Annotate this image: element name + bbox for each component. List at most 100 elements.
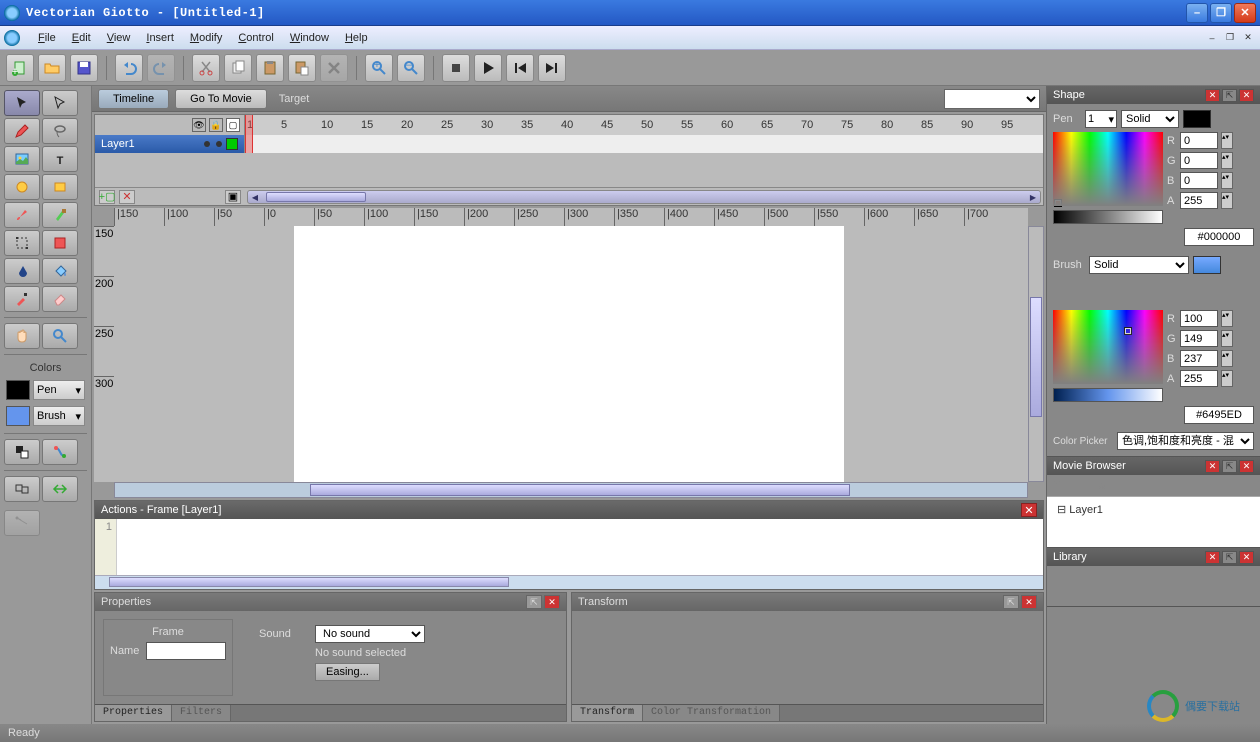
movie-layers-icon[interactable]: ▦	[1097, 478, 1113, 494]
clip-tool[interactable]	[42, 230, 78, 256]
color-picker-mode-select[interactable]: 色调,饱和度和亮度 - 混	[1117, 432, 1254, 450]
pen-a-input[interactable]: 255	[1180, 192, 1218, 209]
align-button[interactable]	[42, 476, 78, 502]
swap-colors-button[interactable]	[4, 439, 40, 465]
layer-color-swatch[interactable]	[226, 138, 238, 150]
text-tool[interactable]: T	[42, 146, 78, 172]
menu-insert[interactable]: Insert	[138, 28, 182, 48]
snap-button[interactable]	[4, 476, 40, 502]
timeline-ruler[interactable]: 15101520253035404550556065707580859095	[245, 115, 1043, 135]
brush-hex-input[interactable]: #6495ED	[1184, 406, 1254, 424]
transform-close-button[interactable]: ✕	[1021, 595, 1037, 609]
brush-color-swatch[interactable]	[6, 406, 30, 426]
pen-width-input[interactable]: 1▾	[1085, 110, 1117, 128]
transform-tool[interactable]	[4, 230, 40, 256]
movie-pin-button[interactable]: ⇱	[1222, 460, 1237, 473]
mdi-minimize-button[interactable]: –	[1204, 31, 1220, 45]
menu-modify[interactable]: Modify	[182, 28, 230, 48]
hand-tool[interactable]	[4, 323, 40, 349]
ellipse-tool[interactable]	[4, 174, 40, 200]
zoom-out-button[interactable]: –	[397, 54, 425, 82]
next-frame-button[interactable]	[538, 54, 566, 82]
minimize-button[interactable]: –	[1186, 3, 1208, 23]
paint-tool[interactable]	[42, 202, 78, 228]
rectangle-tool[interactable]	[42, 174, 78, 200]
brush-b-input[interactable]: 237	[1180, 350, 1218, 367]
subselection-tool[interactable]	[42, 90, 78, 116]
app-menu-icon[interactable]	[4, 30, 20, 46]
pen-r-input[interactable]: 0	[1180, 132, 1218, 149]
timeline-frames[interactable]	[245, 135, 1043, 153]
pen-hex-input[interactable]: #000000	[1184, 228, 1254, 246]
tab-gotomovie[interactable]: Go To Movie	[175, 89, 267, 109]
pen-hue-picker[interactable]	[1053, 132, 1163, 206]
pen-g-input[interactable]: 0	[1180, 152, 1218, 169]
delete-layer-button[interactable]: ✕	[119, 190, 135, 204]
add-layer-button[interactable]: +▢	[99, 190, 115, 204]
movie-delete-icon[interactable]: ✕	[1053, 478, 1069, 494]
pen-style-select[interactable]: Solid	[1121, 110, 1179, 128]
pencil-tool[interactable]	[4, 118, 40, 144]
sound-select[interactable]: No sound	[315, 625, 425, 643]
layer-visibility-icon[interactable]: 👁	[192, 118, 206, 132]
lasso-tool[interactable]	[42, 118, 78, 144]
library-pin-button[interactable]: ⇱	[1222, 551, 1237, 564]
tab-transform[interactable]: Transform	[572, 705, 643, 721]
layer-outline-icon[interactable]: ▢	[226, 118, 240, 132]
playhead[interactable]	[245, 115, 253, 153]
save-button[interactable]	[70, 54, 98, 82]
horizontal-ruler[interactable]: |150|100|50|0|50|100|150|200|250|300|350…	[114, 208, 1028, 226]
zoom-tool[interactable]	[42, 323, 78, 349]
brush-g-input[interactable]: 149	[1180, 330, 1218, 347]
menu-help[interactable]: Help	[337, 28, 376, 48]
movie-copy-icon[interactable]: ⿻	[1075, 478, 1091, 494]
maximize-button[interactable]: ❐	[1210, 3, 1232, 23]
brush-color-select[interactable]: Brush▾	[33, 406, 85, 426]
canvas-hscrollbar[interactable]	[114, 482, 1028, 498]
tab-timeline[interactable]: Timeline	[98, 89, 169, 109]
vertical-ruler[interactable]: 150200250300	[94, 226, 114, 482]
mdi-close-button[interactable]: ✕	[1240, 31, 1256, 45]
center-frame-button[interactable]: ▣	[225, 190, 241, 204]
default-colors-button[interactable]	[42, 439, 78, 465]
movie-link-icon[interactable]: ⧉	[1141, 478, 1157, 494]
layer-lock-icon[interactable]: 🔒	[209, 118, 223, 132]
movie-tree-item[interactable]: ⊟ Layer1	[1051, 501, 1256, 518]
brush-r-input[interactable]: 100	[1180, 310, 1218, 327]
shape-x2-button[interactable]: ✕	[1239, 89, 1254, 102]
stop-button[interactable]	[442, 54, 470, 82]
shape-close-button[interactable]: ✕	[1205, 89, 1220, 102]
properties-close-button[interactable]: ✕	[544, 595, 560, 609]
tab-filters[interactable]: Filters	[172, 705, 231, 721]
delete-button[interactable]	[320, 54, 348, 82]
stage[interactable]	[294, 226, 844, 482]
pen-b-input[interactable]: 0	[1180, 172, 1218, 189]
brush-hue-picker[interactable]	[1053, 310, 1163, 384]
copy-button[interactable]	[224, 54, 252, 82]
properties-pin-button[interactable]: ⇱	[526, 595, 542, 609]
eyedropper-tool[interactable]	[4, 286, 40, 312]
frame-name-input[interactable]	[146, 642, 226, 660]
easing-button[interactable]: Easing...	[315, 663, 380, 681]
anchor-tool[interactable]	[4, 510, 40, 536]
selection-tool[interactable]	[4, 90, 40, 116]
library-close-button[interactable]: ✕	[1205, 551, 1220, 564]
close-button[interactable]: ✕	[1234, 3, 1256, 23]
ink-tool[interactable]	[4, 258, 40, 284]
actions-close-button[interactable]: ✕	[1021, 503, 1037, 517]
menu-edit[interactable]: Edit	[64, 28, 99, 48]
brush-color-preview[interactable]	[1193, 256, 1221, 274]
movie-x2-button[interactable]: ✕	[1239, 460, 1254, 473]
brush-style-select[interactable]: Solid	[1089, 256, 1189, 274]
zoom-in-button[interactable]: +	[365, 54, 393, 82]
target-select[interactable]	[944, 89, 1040, 109]
paste-button[interactable]	[256, 54, 284, 82]
transform-pin-button[interactable]: ⇱	[1003, 595, 1019, 609]
image-tool[interactable]	[4, 146, 40, 172]
brush-tool[interactable]	[4, 202, 40, 228]
library-x2-button[interactable]: ✕	[1239, 551, 1254, 564]
play-button[interactable]	[474, 54, 502, 82]
bucket-tool[interactable]	[42, 258, 78, 284]
prev-frame-button[interactable]	[506, 54, 534, 82]
open-button[interactable]	[38, 54, 66, 82]
